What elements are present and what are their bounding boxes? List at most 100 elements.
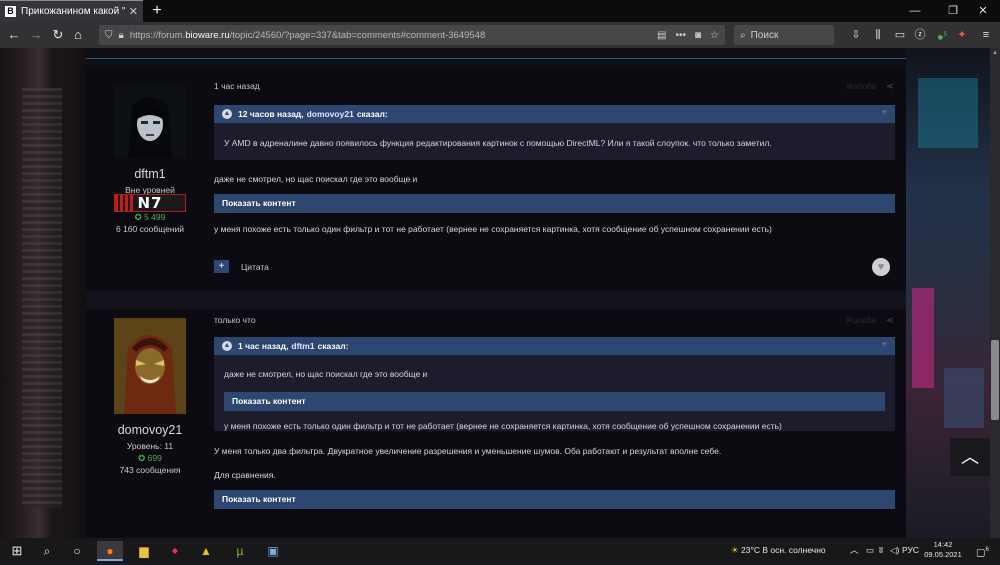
post-report-link[interactable]: Жалоба: [846, 82, 876, 91]
sun-icon: ☀: [731, 545, 739, 555]
quote-user-link[interactable]: dftm1: [291, 341, 314, 351]
home-icon[interactable]: ⌂: [68, 25, 88, 45]
quote-header: ▲ 1 час назад, dftm1 сказал: ❞: [214, 337, 895, 355]
avatar[interactable]: [114, 86, 186, 158]
wifi-icon[interactable]: ʬ: [879, 538, 883, 563]
quote-text: у меня похоже есть только один фильтр и …: [224, 421, 782, 431]
post-count: 6 160 сообщений: [115, 224, 185, 234]
restore-icon[interactable]: ❐: [936, 0, 970, 22]
quote-plus-icon[interactable]: +: [214, 260, 229, 273]
language-indicator[interactable]: РУС: [902, 538, 919, 563]
utorrent-icon[interactable]: µ: [227, 541, 253, 561]
tab-bar: B Прикожанином какой "церк ✕ + — ❐ ✕: [0, 0, 1000, 22]
windows-taskbar: ⊞ ⌕ ○ ● ▆ ◆ ▲ µ ▣ ☀ 23°C В осн. солнечно…: [0, 538, 1000, 563]
quote-header: ▲ 12 часов назад, domovoy21 сказал: ❞: [214, 105, 895, 123]
author-name[interactable]: dftm1: [86, 167, 214, 181]
tray-chevron-icon[interactable]: ︿: [850, 538, 859, 563]
share-icon[interactable]: ⋖: [886, 81, 894, 92]
extension-z-icon[interactable]: ⓩ: [912, 27, 928, 43]
url-host: bioware.ru: [185, 29, 230, 41]
notification-icon[interactable]: ▢6: [976, 538, 989, 563]
search-bar[interactable]: ⌕ Поиск: [734, 25, 834, 45]
url-prefix: https://forum.: [129, 29, 186, 41]
bookmark-star-icon[interactable]: ☆: [710, 30, 719, 41]
post-text: У меня только два фильтра. Двукратное ув…: [214, 446, 722, 456]
quote-user-link[interactable]: domovoy21: [307, 109, 354, 119]
back-icon[interactable]: ←: [4, 25, 24, 45]
firefox-icon[interactable]: ●: [97, 541, 123, 561]
file-explorer-icon[interactable]: ▆: [131, 541, 157, 561]
close-window-icon[interactable]: ✕: [966, 0, 1000, 22]
reputation-value: 699: [147, 453, 162, 463]
show-content-button[interactable]: Показать контент: [214, 490, 895, 509]
app-window-icon[interactable]: ▣: [260, 541, 286, 561]
quote-mark-icon: ❞: [882, 340, 887, 351]
quote-mark-icon: ❞: [882, 108, 887, 119]
show-content-button[interactable]: Показать контент: [224, 392, 885, 411]
post-time[interactable]: только что: [214, 315, 256, 325]
badge-stripes: [115, 195, 135, 211]
tab-close-icon[interactable]: ✕: [129, 5, 138, 18]
scroll-up-icon[interactable]: ▲: [990, 48, 1000, 58]
quote-arrow-icon[interactable]: ▲: [222, 109, 232, 119]
app-triangle-icon[interactable]: ▲: [193, 541, 219, 561]
search-icon[interactable]: ⌕: [34, 541, 60, 561]
weather-widget[interactable]: ☀ 23°C В осн. солнечно: [731, 538, 826, 563]
forum-page: dftm1 Вне уровней N7 ✪ 5 499 6 160 сообщ…: [0, 48, 1000, 538]
tab-title: Прикожанином какой "церк: [21, 6, 125, 17]
avatar[interactable]: [114, 318, 186, 414]
post-time[interactable]: 1 час назад: [214, 81, 260, 91]
quote-suffix: сказал:: [317, 341, 349, 351]
notification-count: 6: [985, 547, 989, 553]
url-text: https://forum.bioware.ru/topic/24560/?pa…: [130, 30, 485, 41]
reader-view-icon[interactable]: ▤: [657, 30, 666, 41]
downloads-icon[interactable]: ⇩: [848, 27, 864, 43]
scrollbar[interactable]: [990, 48, 1000, 538]
back-to-top-button[interactable]: ︿: [950, 438, 990, 476]
volume-icon[interactable]: ◁): [890, 538, 899, 563]
quote-arrow-icon[interactable]: ▲: [222, 341, 232, 351]
quote-button[interactable]: Цитата: [241, 262, 269, 272]
menu-icon[interactable]: ≡: [978, 27, 994, 43]
search-input[interactable]: Поиск: [751, 30, 779, 41]
reputation-icon: ✪: [134, 212, 145, 222]
quote-block: ▲ 1 час назад, dftm1 сказал: ❞ даже не с…: [214, 337, 895, 431]
shield-icon[interactable]: ⛉: [105, 30, 113, 41]
post-domovoy21: domovoy21 Уровень: 11 ✪ 699 743 сообщени…: [86, 310, 906, 538]
scrollbar-thumb[interactable]: [991, 340, 999, 420]
background-neon: [944, 368, 984, 428]
forward-icon[interactable]: →: [26, 25, 46, 45]
network-icon[interactable]: ▭: [866, 538, 874, 563]
quote-suffix: сказал:: [356, 109, 388, 119]
clock-date: 09.05.2021: [924, 550, 962, 559]
like-heart-icon[interactable]: ♥: [872, 258, 890, 276]
browser-tab[interactable]: B Прикожанином какой "церк ✕: [0, 0, 143, 22]
address-bar[interactable]: ⛉ 🔒︎ https://forum.bioware.ru/topic/2456…: [99, 25, 725, 45]
clock[interactable]: 14:42 09.05.2021: [920, 540, 966, 560]
new-tab-icon[interactable]: +: [148, 1, 166, 21]
lock-icon[interactable]: 🔒︎: [119, 30, 124, 41]
app-icon[interactable]: ◆: [162, 541, 188, 561]
nav-bar: ← → ↻ ⌂ ⛉ 🔒︎ https://forum.bioware.ru/to…: [0, 22, 1000, 48]
post-report-link[interactable]: Жалоба: [846, 316, 876, 325]
post-text: Для сравнения.: [214, 470, 276, 480]
pocket-icon[interactable]: ◙: [695, 30, 701, 41]
minimize-icon[interactable]: —: [898, 0, 932, 22]
reload-icon[interactable]: ↻: [48, 25, 68, 45]
extension-color-icon[interactable]: ✦: [954, 27, 970, 43]
background-neon: [912, 288, 934, 388]
more-actions-icon[interactable]: •••: [675, 30, 686, 41]
post-separator: [86, 290, 906, 310]
author-rank: Уровень: 11: [126, 441, 174, 451]
show-content-button[interactable]: Показать контент: [214, 194, 895, 213]
extension-badge-icon[interactable]: ●5: [934, 27, 950, 44]
clock-time: 14:42: [933, 540, 953, 549]
weather-text: 23°C В осн. солнечно: [741, 545, 826, 555]
divider: [86, 58, 906, 59]
task-view-icon[interactable]: ○: [64, 541, 90, 561]
share-icon[interactable]: ⋖: [886, 315, 894, 326]
library-icon[interactable]: ⫼: [870, 27, 886, 43]
windows-start-icon[interactable]: ⊞: [4, 541, 30, 561]
author-name[interactable]: domovoy21: [86, 423, 214, 437]
sidebar-icon[interactable]: ▭: [892, 27, 908, 43]
